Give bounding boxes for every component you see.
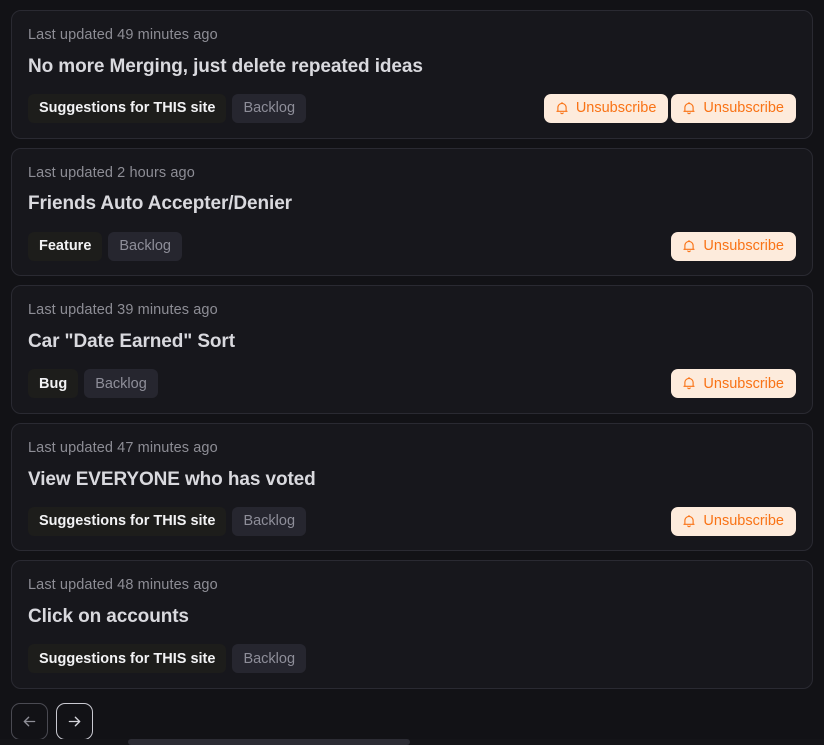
tag-row: Feature Backlog: [28, 231, 182, 261]
subscription-card[interactable]: Last updated 47 minutes ago View EVERYONE…: [11, 422, 813, 552]
tag-row: Suggestions for THIS site Backlog: [28, 506, 307, 536]
subscription-card[interactable]: Last updated 39 minutes ago Car "Date Ear…: [11, 285, 813, 414]
tag-row: Bug Backlog: [28, 369, 158, 399]
card-bottom-row: Suggestions for THIS site Backlog Unsubscr…: [28, 506, 796, 536]
card-timestamp: Last updated 2 hours ago: [28, 164, 195, 181]
category-tag[interactable]: Feature: [28, 231, 103, 261]
unsubscribe-button[interactable]: Unsubscribe: [671, 94, 796, 124]
unsubscribe-button-label: Unsubscribe: [575, 100, 657, 117]
horizontal-scrollbar[interactable]: [0, 739, 824, 745]
card-bottom-row: Feature Backlog Unsubscribe: [28, 231, 796, 261]
status-tag[interactable]: Backlog: [108, 231, 182, 261]
card-title[interactable]: Car "Date Earned" Sort: [28, 330, 796, 354]
unsubscribe-button[interactable]: Unsubscribe: [543, 94, 669, 124]
card-bottom-row: Suggestions for THIS site Backlog Unsubscr…: [28, 94, 796, 124]
pagination-previous-button[interactable]: [11, 703, 48, 740]
status-tag[interactable]: Backlog: [232, 644, 307, 674]
unsubscribe-button-label: Unsubscribe: [703, 237, 784, 254]
card-timestamp: Last updated 48 minutes ago: [28, 577, 218, 594]
unsubscribe-button[interactable]: Unsubscribe: [671, 369, 796, 399]
card-timestamp: Last updated 47 minutes ago: [28, 439, 218, 456]
button-row: Unsubscribe: [671, 231, 796, 261]
card-title[interactable]: Click on accounts: [28, 605, 796, 629]
pagination-next-button[interactable]: [56, 703, 93, 740]
horizontal-scrollbar-thumb[interactable]: [128, 739, 410, 745]
subscriptions-page: Last updated 49 minutes ago No more Mergi…: [0, 0, 824, 745]
subscription-card[interactable]: Last updated 48 minutes ago Click on acco…: [11, 560, 813, 689]
button-row: Unsubscribe: [671, 369, 796, 399]
card-title[interactable]: View EVERYONE who has voted: [28, 468, 796, 492]
card-timestamp: Last updated 39 minutes ago: [28, 302, 218, 319]
card-title[interactable]: Friends Auto Accepter/Denier: [28, 192, 796, 216]
unsubscribe-button-label: Unsubscribe: [703, 513, 784, 530]
bell-icon: [682, 239, 696, 254]
status-tag[interactable]: Backlog: [232, 506, 307, 536]
unsubscribe-button[interactable]: Unsubscribe: [671, 231, 796, 261]
subscription-card[interactable]: Last updated 49 minutes ago No more Mergi…: [11, 10, 813, 139]
tag-row: Suggestions for THIS site Backlog: [28, 644, 307, 674]
arrow-left-icon: [21, 713, 38, 730]
category-tag[interactable]: Suggestions for THIS site: [28, 94, 227, 124]
subscription-card-list: Last updated 49 minutes ago No more Mergi…: [11, 10, 813, 689]
card-bottom-row: Bug Backlog Unsubscribe: [28, 369, 796, 399]
pagination: [11, 703, 93, 740]
category-tag[interactable]: Suggestions for THIS site: [28, 506, 227, 536]
arrow-right-icon: [66, 713, 83, 730]
unsubscribe-button-label: Unsubscribe: [703, 100, 784, 117]
button-row: Unsubscribe Unsubscribe: [543, 94, 796, 124]
card-bottom-row: Suggestions for THIS site Backlog: [28, 644, 796, 674]
category-tag[interactable]: Bug: [28, 369, 79, 399]
button-row: Unsubscribe: [671, 506, 796, 536]
tag-row: Suggestions for THIS site Backlog: [28, 94, 307, 124]
unsubscribe-button-label: Unsubscribe: [703, 375, 784, 392]
bell-icon: [682, 376, 696, 391]
bell-icon: [682, 101, 696, 116]
card-timestamp: Last updated 49 minutes ago: [28, 27, 218, 43]
status-tag[interactable]: Backlog: [232, 94, 307, 124]
card-title[interactable]: No more Merging, just delete repeated id…: [28, 55, 796, 79]
unsubscribe-button[interactable]: Unsubscribe: [671, 506, 796, 536]
status-tag[interactable]: Backlog: [84, 369, 158, 399]
subscription-card[interactable]: Last updated 2 hours ago Friends Auto Acc…: [11, 147, 813, 277]
bell-icon: [682, 514, 696, 529]
category-tag[interactable]: Suggestions for THIS site: [28, 644, 227, 674]
bell-icon: [555, 101, 569, 116]
